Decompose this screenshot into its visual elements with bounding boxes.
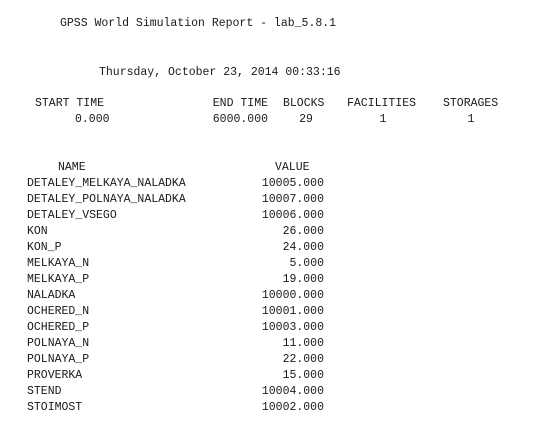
row-value: 10004.000 (261, 385, 324, 398)
row-value: 10007.000 (261, 193, 324, 206)
start-time-header: START TIME (35, 97, 105, 110)
facilities-value: 1 (379, 113, 387, 126)
row-name: NALADKA (27, 289, 76, 302)
row-name: PROVERKA (27, 369, 83, 382)
storages-header: STORAGES (443, 97, 499, 110)
name-column-header: NAME (58, 161, 86, 174)
row-name: DETALEY_MELKAYA_NALADKA (27, 177, 186, 190)
row-name: OCHERED_P (27, 321, 90, 334)
row-name: DETALEY_VSEGO (27, 209, 117, 222)
blocks-header: BLOCKS (283, 97, 325, 110)
row-name: STOIMOST (27, 401, 83, 414)
row-value: 10001.000 (261, 305, 324, 318)
report-title: GPSS World Simulation Report - lab_5.8.1 (60, 17, 337, 30)
facilities-header: FACILITIES (347, 97, 417, 110)
end-time-value: 6000.000 (212, 113, 268, 126)
row-value: 5.000 (289, 257, 324, 270)
row-value: 15.000 (282, 369, 324, 382)
row-name: KON_P (27, 241, 62, 254)
row-name: MELKAYA_P (27, 273, 90, 286)
row-name: POLNAYA_P (27, 353, 90, 366)
row-value: 11.000 (282, 337, 324, 350)
row-value: 10005.000 (261, 177, 324, 190)
row-value: 10006.000 (261, 209, 324, 222)
end-time-header: END TIME (212, 97, 268, 110)
row-value: 19.000 (282, 273, 324, 286)
value-column-header: VALUE (275, 161, 310, 174)
row-name: POLNAYA_N (27, 337, 90, 350)
row-name: KON (27, 225, 48, 238)
row-value: 22.000 (282, 353, 324, 366)
row-name: OCHERED_N (27, 305, 90, 318)
row-value: 10003.000 (261, 321, 324, 334)
report-date: Thursday, October 23, 2014 00:33:16 (99, 66, 341, 79)
storages-value: 1 (467, 113, 475, 126)
row-name: STEND (27, 385, 62, 398)
blocks-value: 29 (299, 113, 313, 126)
row-value: 10000.000 (261, 289, 324, 302)
row-value: 24.000 (282, 241, 324, 254)
row-name: MELKAYA_N (27, 257, 90, 270)
row-name: DETALEY_POLNAYA_NALADKA (27, 193, 186, 206)
row-value: 26.000 (282, 225, 324, 238)
row-value: 10002.000 (261, 401, 324, 414)
start-time-value: 0.000 (75, 113, 110, 126)
